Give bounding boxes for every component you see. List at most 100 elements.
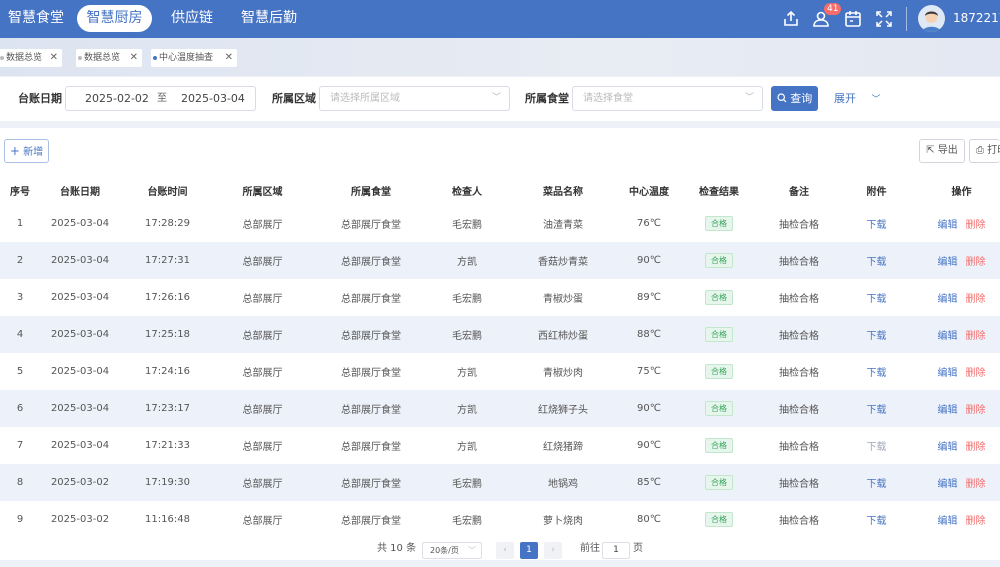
table-row[interactable]: 3 2025-03-04 17:26:16 总部展厅 总部展厅食堂 毛宏鹏 青椒炒蛋 89℃ 合… — [0, 279, 1000, 316]
goto-page-input[interactable]: 1 — [602, 542, 630, 559]
download-link[interactable]: 下载 — [867, 516, 887, 527]
edit-link[interactable]: 编辑 — [938, 220, 958, 231]
tab-data-overview-1[interactable]: 数据总览 ✕ — [0, 49, 62, 67]
download-link[interactable]: 下载 — [867, 331, 887, 342]
delete-link[interactable]: 删除 — [966, 220, 986, 231]
edit-link[interactable]: 编辑 — [938, 516, 958, 527]
table-row[interactable]: 2 2025-03-04 17:27:31 总部展厅 总部展厅食堂 方凯 香菇炒青菜 90℃ 合… — [0, 242, 1000, 279]
page-size-select[interactable]: 20条/页 ﹀ — [422, 542, 482, 559]
table-row[interactable]: 8 2025-03-02 17:19:30 总部展厅 总部展厅食堂 毛宏鹏 地锅鸡 85℃ 合格… — [0, 464, 1000, 501]
delete-link[interactable]: 删除 — [966, 331, 986, 342]
tab-dot-icon — [78, 56, 82, 60]
download-link[interactable]: 下载 — [867, 220, 887, 231]
table-cell: 总部展厅食堂 — [310, 390, 432, 427]
attachment-cell: 下载 — [834, 205, 919, 242]
username[interactable]: 18722174 — [953, 0, 1000, 36]
tab-data-overview-2[interactable]: 数据总览 ✕ — [76, 49, 142, 67]
download-link[interactable]: 下载 — [867, 257, 887, 268]
table-cell: 总部展厅食堂 — [310, 316, 432, 353]
nav-supply-chain[interactable]: 供应链 — [171, 0, 213, 38]
attachment-cell: 下载 — [834, 279, 919, 316]
table-row[interactable]: 5 2025-03-04 17:24:16 总部展厅 总部展厅食堂 方凯 青椒炒肉 75℃ 合格… — [0, 353, 1000, 390]
page-1-button[interactable]: 1 — [520, 542, 538, 559]
edit-link[interactable]: 编辑 — [938, 368, 958, 379]
export-icon[interactable] — [781, 9, 801, 29]
plus-icon: + — [9, 144, 20, 158]
close-icon[interactable]: ✕ — [50, 49, 58, 67]
prev-page-button[interactable]: ‹ — [496, 542, 514, 559]
edit-link[interactable]: 编辑 — [938, 294, 958, 305]
tab-center-temp-check[interactable]: 中心温度抽查 ✕ — [151, 49, 237, 67]
table-cell: 抽检合格 — [764, 390, 834, 427]
delete-link[interactable]: 删除 — [966, 257, 986, 268]
table-cell: 毛宏鹏 — [452, 516, 482, 527]
nav-smart-kitchen[interactable]: 智慧厨房 — [77, 5, 152, 32]
table-cell: 2025-03-04 — [40, 390, 120, 427]
status-badge: 合格 — [705, 364, 733, 379]
date-range-picker[interactable]: 2025-02-02 至 2025-03-04 — [65, 86, 256, 111]
query-button[interactable]: 查询 — [771, 86, 818, 111]
table-cell: 2025-03-04 — [50, 218, 110, 229]
edit-link[interactable]: 编辑 — [938, 331, 958, 342]
table-row[interactable]: 4 2025-03-04 17:25:18 总部展厅 总部展厅食堂 毛宏鹏 西红柿炒蛋 88℃… — [0, 316, 1000, 353]
nav-smart-logistics[interactable]: 智慧后勤 — [241, 0, 297, 38]
download-link[interactable]: 下载 — [867, 405, 887, 416]
column-header: 台账日期 — [40, 175, 120, 205]
date-label: 台账日期 — [18, 92, 62, 105]
table-row[interactable]: 1 2025-03-04 17:28:29 总部展厅 总部展厅食堂 毛宏鹏 油渣青菜 76℃ 合… — [0, 205, 1000, 242]
table-row[interactable]: 9 2025-03-02 11:16:48 总部展厅 总部展厅食堂 毛宏鹏 萝卜烧肉 80℃ 合… — [0, 501, 1000, 538]
expand-label: 展开 — [834, 92, 856, 105]
tab-label: 中心温度抽查 — [159, 53, 214, 63]
status-badge: 合格 — [705, 290, 733, 305]
next-page-button[interactable]: › — [544, 542, 562, 559]
result-cell: 合格 — [674, 427, 764, 464]
table-cell: 西红柿炒蛋 — [502, 316, 624, 353]
download-link[interactable]: 下载 — [867, 479, 887, 490]
table-cell: 青椒炒肉 — [543, 368, 583, 379]
edit-link[interactable]: 编辑 — [938, 405, 958, 416]
tab-label: 数据总览 — [6, 53, 43, 63]
main-card: + 新增 ⇱ 导出 ⎙ 打印 序号台账日期台账时间所属区域所属食堂检查人菜品名称… — [0, 128, 1000, 560]
edit-link[interactable]: 编辑 — [938, 257, 958, 268]
table-row[interactable]: 7 2025-03-04 17:21:33 总部展厅 总部展厅食堂 方凯 红烧猪蹄 90℃ 合格… — [0, 427, 1000, 464]
table-cell: 11:16:48 — [145, 514, 190, 525]
table-cell: 方凯 — [432, 242, 502, 279]
delete-link[interactable]: 删除 — [966, 516, 986, 527]
tab-tags-bar: 数据总览 ✕ 数据总览 ✕ 中心温度抽查 ✕ — [0, 38, 1000, 76]
delete-link[interactable]: 删除 — [966, 294, 986, 305]
edit-link[interactable]: 编辑 — [938, 479, 958, 490]
table-cell: 76℃ — [637, 218, 661, 229]
close-icon[interactable]: ✕ — [130, 49, 138, 67]
result-cell: 合格 — [674, 205, 764, 242]
delete-link[interactable]: 删除 — [966, 479, 986, 490]
area-select[interactable]: 请选择所属区域 ﹀ — [319, 86, 510, 111]
close-icon[interactable]: ✕ — [225, 49, 233, 67]
nav-smart-canteen[interactable]: 智慧食堂 — [8, 0, 64, 38]
print-button[interactable]: ⎙ 打印 — [969, 139, 1000, 163]
export-label: 导出 — [937, 145, 958, 156]
date-start[interactable]: 2025-02-02 — [85, 87, 149, 110]
canteen-select[interactable]: 请选择食堂 ﹀ — [572, 86, 763, 111]
result-cell: 合格 — [674, 279, 764, 316]
delete-link[interactable]: 删除 — [966, 368, 986, 379]
delete-link[interactable]: 删除 — [966, 442, 986, 453]
calendar-icon[interactable] — [843, 9, 863, 29]
avatar[interactable] — [918, 5, 945, 32]
edit-link[interactable]: 编辑 — [938, 442, 958, 453]
download-link[interactable]: 下载 — [867, 368, 887, 379]
export-button[interactable]: ⇱ 导出 — [919, 139, 965, 163]
pagination: 共 10 条 20条/页 ﹀ ‹ 1 › 前往 1 页 — [0, 537, 1000, 561]
export-doc-icon: ⇱ — [926, 145, 935, 156]
expand-toggle[interactable]: 展开 ﹀ — [834, 77, 881, 122]
table-row[interactable]: 6 2025-03-04 17:23:17 总部展厅 总部展厅食堂 方凯 红烧狮子头 90℃ 合… — [0, 390, 1000, 427]
table-cell: 4 — [0, 316, 40, 353]
delete-link[interactable]: 删除 — [966, 405, 986, 416]
download-link[interactable]: 下载 — [867, 294, 887, 305]
canteen-placeholder: 请选择食堂 — [583, 93, 633, 104]
fullscreen-icon[interactable] — [874, 9, 894, 29]
table-cell: 总部展厅食堂 — [341, 368, 401, 379]
date-end[interactable]: 2025-03-04 — [181, 87, 245, 110]
chevron-down-icon: ﹀ — [468, 546, 476, 555]
download-link[interactable]: 下载 — [867, 442, 887, 453]
add-button[interactable]: + 新增 — [4, 139, 49, 163]
